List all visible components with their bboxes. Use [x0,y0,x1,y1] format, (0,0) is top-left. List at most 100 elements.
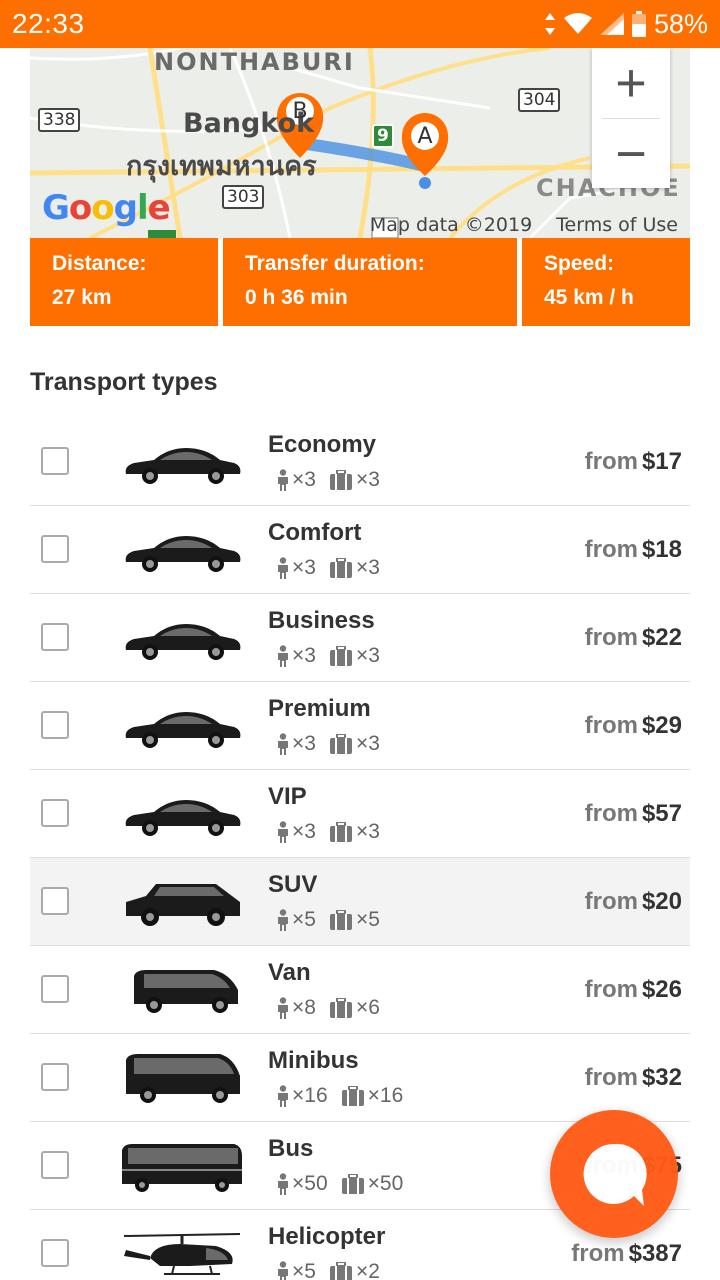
capacity: ×3 ×3 [276,644,380,668]
price-prefix: from [584,888,638,915]
transport-name: Business [268,607,375,634]
transport-checkbox[interactable] [41,623,69,651]
transport-checkbox[interactable] [41,1151,69,1179]
speed-value: 45 km / h [544,286,634,309]
price-prefix: from [584,1064,638,1091]
passenger-count: ×5 [292,1260,316,1280]
transport-price: from $26 [585,976,682,1004]
distance-label: Distance: [52,252,147,275]
chat-button[interactable] [550,1110,678,1238]
price-value: $26 [641,976,682,1003]
transport-name: SUV [268,871,318,898]
transport-row[interactable]: SUV ×5 ×5 from $20 [30,858,690,946]
passenger-icon [278,645,288,667]
transport-price: from $57 [585,800,682,828]
price-prefix: from [584,448,638,475]
zoom-in-button[interactable]: + [592,48,670,118]
distance-value: 27 km [52,286,112,309]
marker-a-label: A [417,124,433,149]
road-shield-303: 303 [222,185,265,209]
transport-row[interactable]: Minibus ×16 ×16 from $32 [30,1034,690,1122]
transport-row[interactable]: Economy ×3 ×3 from $17 [30,418,690,506]
luggage-count: ×3 [355,732,380,755]
transport-name: Minibus [268,1047,359,1074]
transport-name: Premium [268,695,371,722]
transport-checkbox[interactable] [41,1239,69,1267]
passenger-icon [278,909,288,931]
luggage-count: ×3 [355,820,380,843]
transport-row[interactable]: Van ×8 ×6 from $26 [30,946,690,1034]
sedan-image [120,784,244,844]
data-arrows-icon [544,13,555,35]
terms-of-use-link[interactable]: Terms of Use [556,214,678,236]
transport-checkbox[interactable] [41,535,69,563]
passenger-icon [278,1173,288,1195]
battery-icon [631,11,646,37]
luggage-count: ×3 [355,644,380,667]
bus-image [120,1136,244,1196]
status-bar: 22:33 58% [0,0,720,48]
transport-price: from $32 [585,1064,682,1092]
capacity: ×3 ×3 [276,556,380,580]
price-prefix: from [584,800,638,827]
map-attribution: Map data ©2019 Terms of Use [370,214,678,236]
luggage-count: ×6 [355,996,380,1019]
passenger-icon [278,997,288,1019]
transport-row[interactable]: VIP ×3 ×3 from $57 [30,770,690,858]
passenger-count: ×5 [292,908,316,931]
speed-label: Speed: [544,252,615,275]
price-prefix: from [584,976,638,1003]
transport-checkbox[interactable] [41,799,69,827]
status-time: 22:33 [12,8,85,39]
transport-price: from $17 [585,448,682,476]
transport-checkbox[interactable] [41,887,69,915]
van-image [120,960,244,1020]
road-shield-338: 338 [38,108,81,132]
luggage-icon [329,998,352,1018]
stat-duration: Transfer duration: 0 h 36 min [223,238,517,326]
capacity: ×3 ×3 [276,820,380,844]
passenger-icon [278,1261,288,1280]
luggage-icon [329,910,352,930]
zoom-out-button[interactable]: − [592,119,670,189]
stat-speed: Speed: 45 km / h [522,238,690,326]
luggage-count: ×2 [355,1260,380,1280]
transport-checkbox[interactable] [41,447,69,475]
price-prefix: from [584,712,638,739]
luggage-icon [341,1086,364,1106]
battery-percent: 58% [653,8,708,39]
luggage-icon [341,1174,364,1194]
transport-price: from $387 [571,1240,682,1268]
transport-name: Van [268,959,311,986]
capacity: ×16 ×16 [276,1084,403,1108]
passenger-icon [278,1085,288,1107]
transport-row[interactable]: Premium ×3 ×3 from $29 [30,682,690,770]
luggage-count: ×3 [355,556,380,579]
signal-icon [599,13,624,35]
transport-checkbox[interactable] [41,1063,69,1091]
price-value: $57 [641,800,682,827]
map-label-nonthaburi: NONTHABURI [154,48,355,76]
transport-checkbox[interactable] [41,711,69,739]
passenger-count: ×3 [292,556,316,579]
transport-checkbox[interactable] [41,975,69,1003]
transport-name: Bus [268,1135,314,1162]
price-value: $17 [641,448,682,475]
transport-price: from $29 [585,712,682,740]
duration-value: 0 h 36 min [245,286,348,309]
passenger-count: ×3 [292,468,316,491]
zoom-control: + − [592,48,670,188]
route-map[interactable]: NONTHABURI Bangkok กรุงเทพมหานคร CHACHOE… [30,48,690,238]
luggage-count: ×50 [367,1172,404,1195]
map-label-bangkok-thai: กรุงเทพมหานคร [126,151,317,182]
capacity: ×50 ×50 [276,1172,403,1196]
sedan-image [120,608,244,668]
sedan-image [120,520,244,580]
transport-row[interactable]: Business ×3 ×3 from $22 [30,594,690,682]
passenger-count: ×16 [292,1084,328,1107]
transport-row[interactable]: Comfort ×3 ×3 from $18 [30,506,690,594]
luggage-count: ×3 [355,468,380,491]
transport-price: from $20 [585,888,682,916]
luggage-icon [329,470,352,490]
capacity: ×3 ×3 [276,732,380,756]
